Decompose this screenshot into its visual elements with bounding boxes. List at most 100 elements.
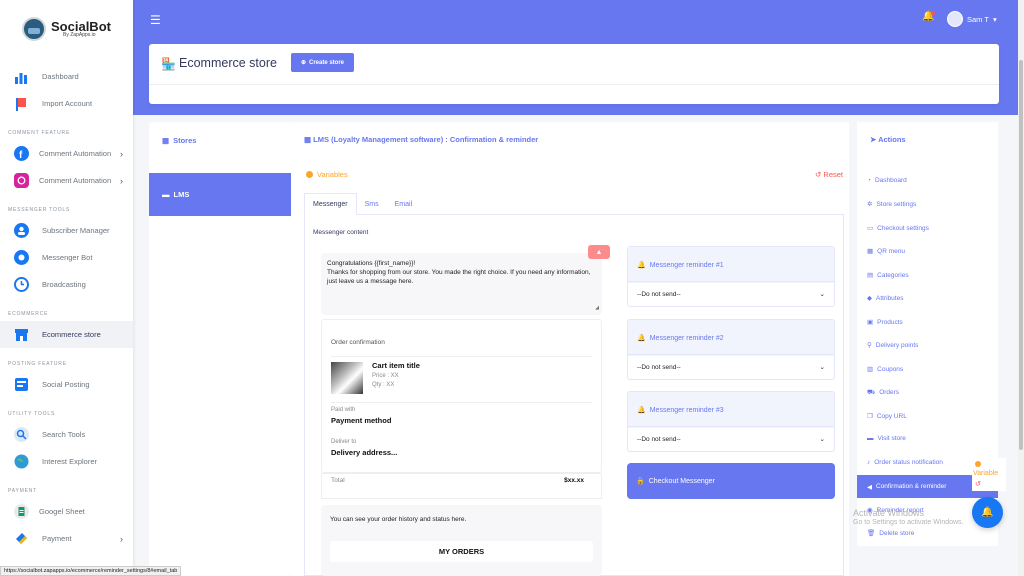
gear-icon: ✲ xyxy=(867,201,873,208)
tab-messenger[interactable]: Messenger xyxy=(304,193,357,215)
reset-button[interactable]: ↺ Reset xyxy=(815,170,843,179)
tab-sms[interactable]: Sms xyxy=(357,193,387,215)
action-qr-menu[interactable]: ▩ QR menu xyxy=(867,247,905,256)
create-store-button[interactable]: ⊕ Create store xyxy=(291,53,354,72)
action-label: Dashboard xyxy=(874,177,907,184)
logo[interactable]: SocialBot By ZapApps.io xyxy=(0,0,133,58)
scrollbar-thumb[interactable] xyxy=(1019,60,1023,450)
sidebar-item-payment[interactable]: Payment › xyxy=(0,525,133,552)
action-visit-store[interactable]: ▬ Visit store xyxy=(867,435,906,442)
reminder-title: Messenger reminder #2 xyxy=(649,334,724,342)
hamburger-menu-icon[interactable]: ☰ xyxy=(150,13,161,27)
lms-icon: ▬ xyxy=(162,190,170,199)
reset-label: Reset xyxy=(823,170,843,179)
categories-icon: ▤ xyxy=(867,272,874,279)
notification-fab-bell-icon[interactable]: 🔔 xyxy=(972,497,1003,528)
sidebar-item-label: Comment Automation xyxy=(39,149,112,158)
sidebar-item-social-posting[interactable]: Social Posting xyxy=(0,371,133,398)
page-header-card: 🏪 Ecommerce store xyxy=(149,44,999,104)
sidebar-item-interest-explorer[interactable]: Interest Explorer xyxy=(0,448,133,475)
checkout-messenger-button[interactable]: 🔒 Checkout Messenger xyxy=(627,463,835,499)
sidebar-item-subscriber-manager[interactable]: Subscriber Manager xyxy=(0,217,133,244)
sidebar-item-googel-sheet[interactable]: Googel Sheet xyxy=(0,498,133,525)
sidebar-item-label: Googel Sheet xyxy=(39,507,85,516)
windows-activation-watermark: Activate Windows Go to Settings to activ… xyxy=(853,508,964,527)
divider xyxy=(149,84,999,85)
reminder-select-value: --Do not send-- xyxy=(637,435,681,443)
checkout-icon: ▭ xyxy=(867,225,874,232)
payment-icon xyxy=(13,531,29,547)
reminder-select[interactable]: --Do not send-- ⌄ xyxy=(628,281,834,306)
chevron-down-icon: ⌄ xyxy=(819,291,825,298)
sidebar-item-label: Social Posting xyxy=(42,380,90,389)
sidebar-item-import-account[interactable]: Import Account xyxy=(0,90,133,117)
sidebar-item-ecommerce-store[interactable]: Ecommerce store xyxy=(0,321,133,348)
variables-dot-icon xyxy=(975,461,981,467)
order-history-textarea[interactable]: You can see your order history and statu… xyxy=(321,505,602,576)
store-icon: 🏪 xyxy=(161,57,176,71)
main-card: ▦ LMS (Loyalty Management software) : Co… xyxy=(291,122,849,576)
left-menu-lms-label: LMS xyxy=(173,190,190,199)
action-delete-store[interactable]: 🗑 Delete store xyxy=(867,529,914,538)
attributes-icon: ◆ xyxy=(867,295,872,302)
action-categories[interactable]: ▤ Categories xyxy=(867,271,909,280)
tab-email[interactable]: Email xyxy=(387,193,421,215)
message-textarea[interactable]: Congratulations {{first_name}}! Thanks f… xyxy=(321,253,602,315)
sidebar-item-label: Broadcasting xyxy=(42,280,86,289)
action-label: Store settings xyxy=(876,200,917,208)
bell-icon: ♪ xyxy=(867,459,871,466)
action-checkout-settings[interactable]: ▭ Checkout settings xyxy=(867,224,929,233)
user-menu[interactable]: Sam T ▾ xyxy=(947,11,997,27)
lock-badge-icon[interactable]: ▲ xyxy=(588,245,610,259)
action-copy-url[interactable]: ❐ Copy URL xyxy=(867,412,907,421)
action-label: Order status notification xyxy=(874,459,943,466)
floating-variables-panel[interactable]: Variable ↺ xyxy=(972,458,1006,491)
action-orders[interactable]: ⛟ Orders xyxy=(867,388,899,397)
variables-toggle[interactable]: Variables xyxy=(306,170,348,179)
sidebar-item-dashboard[interactable]: Dashboard xyxy=(0,63,133,90)
resize-handle-icon[interactable]: ◢ xyxy=(595,305,599,312)
floating-variables-label: Variable xyxy=(973,470,999,477)
my-orders-button[interactable]: MY ORDERS xyxy=(330,541,593,562)
sidebar-item-messenger-bot[interactable]: Messenger Bot xyxy=(0,244,133,271)
sidebar-item-comment-automation-facebook[interactable]: f Comment Automation › xyxy=(0,140,133,167)
users-icon xyxy=(13,223,29,239)
section-posting-feature: POSTING FEATURE xyxy=(8,361,67,367)
page-scrollbar[interactable] xyxy=(1018,0,1024,576)
undo-icon: ↺ xyxy=(815,170,822,179)
reminder-select[interactable]: --Do not send-- ⌄ xyxy=(628,426,834,451)
google-sheet-icon xyxy=(13,504,29,520)
order-total-row: Total $xx.xx xyxy=(321,473,602,499)
action-label: Visit store xyxy=(877,435,906,442)
left-menu-stores[interactable]: ▦ Stores xyxy=(149,122,291,159)
megaphone-icon: ◀ xyxy=(867,483,872,491)
sidebar-item-comment-automation-instagram[interactable]: Comment Automation › xyxy=(0,167,133,194)
total-label: Total xyxy=(331,477,345,484)
paid-with-label: Paid with xyxy=(331,407,356,413)
sidebar-item-search-tools[interactable]: Search Tools xyxy=(0,421,133,448)
divider xyxy=(331,402,592,403)
undo-icon[interactable]: ↺ xyxy=(975,480,981,488)
store-icon: ▬ xyxy=(867,435,874,442)
action-label: Orders xyxy=(879,389,900,396)
deliver-to-label: Deliver to xyxy=(331,439,357,445)
cart-icon: ⛟ xyxy=(867,389,876,396)
sidebar-item-label: Comment Automation xyxy=(39,176,112,185)
order-history-text: You can see your order history and statu… xyxy=(330,516,467,523)
sidebar-item-broadcasting[interactable]: Broadcasting xyxy=(0,271,133,298)
actions-title-text: Actions xyxy=(878,135,906,144)
total-value: $xx.xx xyxy=(564,477,584,484)
left-menu-lms[interactable]: ▬ LMS xyxy=(149,173,291,216)
facebook-icon: f xyxy=(13,146,29,162)
action-products[interactable]: ▣ Products xyxy=(867,318,903,327)
message-line-2: Thanks for shopping from our store. You … xyxy=(327,269,591,286)
action-order-status-notification[interactable]: ♪ Order status notification xyxy=(867,459,943,466)
action-store-settings[interactable]: ✲ Store settings xyxy=(867,200,917,209)
action-delivery-points[interactable]: ⚲ Delivery points xyxy=(867,341,918,350)
sidebar-item-label: Interest Explorer xyxy=(42,457,98,466)
coupon-icon: ▥ xyxy=(867,366,874,373)
action-dashboard[interactable]: ◔ Dashboard xyxy=(867,177,907,184)
action-attributes[interactable]: ◆ Attributes xyxy=(867,294,903,303)
reminder-select[interactable]: --Do not send-- ⌄ xyxy=(628,354,834,379)
action-coupons[interactable]: ▥ Coupons xyxy=(867,365,903,374)
